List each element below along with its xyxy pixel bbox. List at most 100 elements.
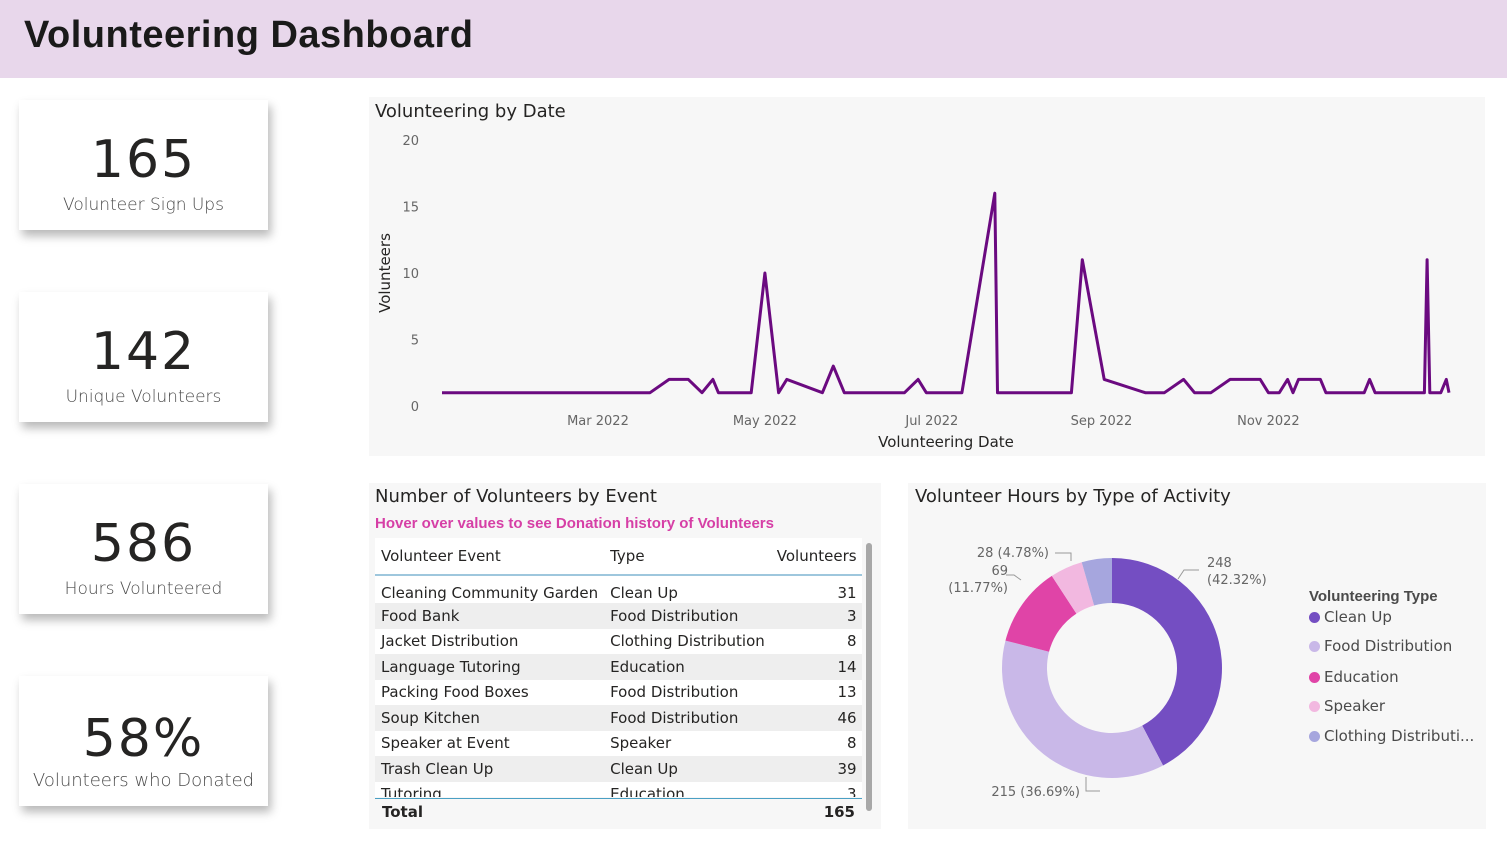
line-data-point[interactable]: [1437, 389, 1445, 397]
cell-volunteers[interactable]: 46: [771, 705, 862, 731]
kpi-card-donated[interactable]: 58% Volunteers who Donated: [19, 676, 268, 806]
table-scrollbar-thumb[interactable]: [866, 543, 872, 811]
line-data-point[interactable]: [922, 389, 930, 397]
line-data-point[interactable]: [1207, 389, 1215, 397]
line-data-point[interactable]: [993, 389, 1001, 397]
table-row[interactable]: Jacket Distribution Clothing Distribution…: [375, 628, 862, 655]
legend-item[interactable]: Education: [1309, 668, 1399, 686]
cell-type[interactable]: Education: [604, 654, 771, 680]
line-data-point[interactable]: [1322, 389, 1330, 397]
line-data-point[interactable]: [1360, 389, 1368, 397]
line-data-point[interactable]: [1100, 375, 1108, 383]
line-data-point[interactable]: [1191, 389, 1199, 397]
donut-chart-panel[interactable]: Volunteer Hours by Type of Activity 248(…: [908, 483, 1486, 829]
line-data-point[interactable]: [761, 269, 769, 277]
line-data-point[interactable]: [646, 389, 654, 397]
line-data-point[interactable]: [714, 389, 722, 397]
line-data-point[interactable]: [1180, 375, 1188, 383]
line-data-point[interactable]: [1284, 375, 1292, 383]
line-data-point[interactable]: [1141, 389, 1149, 397]
cell-type[interactable]: Speaker: [604, 731, 771, 757]
cell-event[interactable]: Soup Kitchen: [375, 705, 604, 731]
line-data-point[interactable]: [1078, 256, 1086, 264]
line-data-point[interactable]: [1294, 375, 1302, 383]
line-data-point[interactable]: [684, 375, 692, 383]
cell-event[interactable]: Language Tutoring: [375, 654, 604, 680]
cell-type[interactable]: Education: [604, 782, 771, 797]
cell-event[interactable]: Speaker at Event: [375, 731, 604, 757]
line-data-point[interactable]: [958, 389, 966, 397]
line-data-point[interactable]: [840, 389, 848, 397]
line-data-point[interactable]: [818, 389, 826, 397]
line-data-point[interactable]: [1426, 389, 1434, 397]
line-data-point[interactable]: [900, 389, 908, 397]
line-data-point[interactable]: [1371, 389, 1379, 397]
line-data-point[interactable]: [1226, 375, 1234, 383]
line-data-point[interactable]: [783, 375, 791, 383]
table-row[interactable]: Packing Food Boxes Food Distribution 13: [375, 679, 862, 706]
table-row[interactable]: Cleaning Community Garden Clean Up 31: [375, 575, 862, 603]
cell-type[interactable]: Clean Up: [604, 575, 771, 603]
table-row[interactable]: Food Bank Food Distribution 3: [375, 603, 862, 629]
legend-item[interactable]: Clothing Distributi...: [1309, 727, 1474, 745]
line-data-point[interactable]: [914, 375, 922, 383]
cell-volunteers[interactable]: 8: [771, 629, 862, 655]
cell-volunteers[interactable]: 39: [771, 756, 862, 782]
line-data-point[interactable]: [1256, 375, 1264, 383]
line-data-point[interactable]: [1445, 389, 1453, 397]
cell-type[interactable]: Food Distribution: [604, 705, 771, 731]
kpi-card-hours[interactable]: 586 Hours Volunteered: [19, 484, 268, 614]
legend-item[interactable]: Food Distribution: [1309, 637, 1452, 655]
column-header-event[interactable]: Volunteer Event: [375, 538, 604, 575]
line-data-point[interactable]: [698, 389, 706, 397]
line-data-point[interactable]: [1275, 389, 1283, 397]
table-scroll-area[interactable]: Volunteer Event Type Volunteers Cleaning…: [375, 538, 862, 797]
line-data-point[interactable]: [991, 189, 999, 197]
table-row[interactable]: Trash Clean Up Clean Up 39: [375, 756, 862, 782]
cell-volunteers[interactable]: 31: [771, 575, 862, 603]
line-data-point[interactable]: [709, 375, 717, 383]
line-data-point[interactable]: [438, 389, 446, 397]
cell-volunteers[interactable]: 13: [771, 680, 862, 706]
line-data-point[interactable]: [1316, 375, 1324, 383]
line-data-point[interactable]: [1160, 389, 1168, 397]
cell-event[interactable]: Jacket Distribution: [375, 629, 604, 655]
cell-volunteers[interactable]: 3: [771, 603, 862, 629]
line-chart-panel[interactable]: Volunteering by Date 0 5 10 15 20 Mar 2022 May…: [369, 97, 1485, 456]
line-data-point[interactable]: [1264, 389, 1272, 397]
donut-slice-food-distribution[interactable]: [1002, 640, 1164, 778]
table-row[interactable]: Soup Kitchen Food Distribution 46: [375, 705, 862, 731]
cell-event[interactable]: Food Bank: [375, 603, 604, 629]
column-header-volunteers[interactable]: Volunteers: [771, 538, 862, 575]
cell-volunteers[interactable]: 8: [771, 731, 862, 757]
line-data-point[interactable]: [1442, 375, 1450, 383]
line-data-point[interactable]: [747, 389, 755, 397]
cell-type[interactable]: Clothing Distribution: [604, 629, 771, 655]
line-data-point[interactable]: [775, 389, 783, 397]
cell-type[interactable]: Food Distribution: [604, 603, 771, 629]
line-chart[interactable]: 0 5 10 15 20 Mar 2022 May 2022 Jul 2022 Sep 2022…: [369, 97, 1485, 456]
cell-event[interactable]: Cleaning Community Garden: [375, 575, 604, 603]
donut-chart[interactable]: 248 (42.32%) 215 (36.69%) 69 (11.77%) 28 (4.7…: [908, 483, 1298, 829]
line-data-point[interactable]: [1423, 256, 1431, 264]
line-data-point[interactable]: [1067, 389, 1075, 397]
cell-type[interactable]: Food Distribution: [604, 680, 771, 706]
column-header-type[interactable]: Type: [604, 538, 771, 575]
kpi-card-unique-volunteers[interactable]: 142 Unique Volunteers: [19, 292, 268, 422]
cell-type[interactable]: Clean Up: [604, 756, 771, 782]
cell-volunteers[interactable]: 14: [771, 654, 862, 680]
cell-event[interactable]: Tutoring: [375, 782, 604, 797]
line-data-point[interactable]: [1366, 375, 1374, 383]
line-data-point[interactable]: [1289, 389, 1297, 397]
cell-event[interactable]: Packing Food Boxes: [375, 680, 604, 706]
table-row[interactable]: Tutoring Education 3: [375, 781, 862, 797]
line-data-point[interactable]: [829, 362, 837, 370]
event-table-panel[interactable]: Number of Volunteers by Event Hover over…: [369, 483, 881, 829]
kpi-card-sign-ups[interactable]: 165 Volunteer Sign Ups: [19, 100, 268, 230]
volunteers-line[interactable]: [442, 191, 1451, 395]
cell-event[interactable]: Trash Clean Up: [375, 756, 604, 782]
legend-item[interactable]: Speaker: [1309, 697, 1385, 715]
table-row[interactable]: Language Tutoring Education 14: [375, 654, 862, 680]
legend-item[interactable]: Clean Up: [1309, 608, 1392, 626]
table-scrollbar-track[interactable]: [866, 543, 872, 811]
